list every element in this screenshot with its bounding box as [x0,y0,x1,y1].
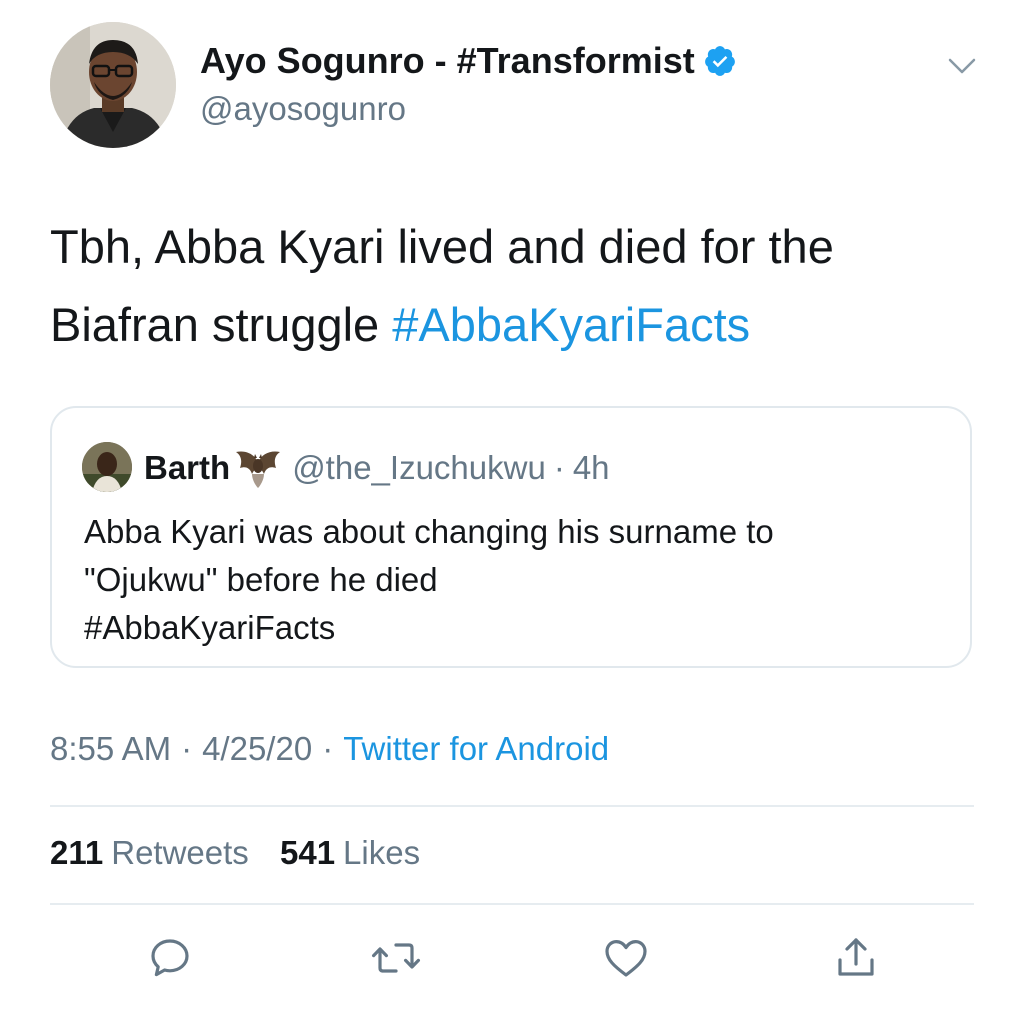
retweet-icon [370,934,422,982]
reply-button[interactable] [140,932,200,984]
tweet-time[interactable]: 8:55 AM [50,730,171,767]
meta-separator: · [322,730,334,767]
verified-badge-icon [703,44,737,78]
retweets-count: 211 [50,834,104,871]
quoted-tweet-card[interactable]: Barth @the_Izuchukwu · 4h Abba Kyari was… [50,406,972,668]
quoted-separator: · [553,449,565,486]
like-icon [601,934,651,982]
likes-count: 541 [279,834,336,871]
quoted-text-line1: Abba Kyari was about changing his surnam… [84,513,774,550]
share-icon [832,934,880,982]
retweet-button[interactable] [366,932,426,984]
reply-icon [146,934,194,982]
tweet-text: Tbh, Abba Kyari lived and died for the B… [50,208,980,364]
likes-stat[interactable]: 541 Likes [280,834,420,871]
divider [50,805,974,807]
share-button[interactable] [826,932,886,984]
likes-label: Likes [343,834,421,871]
quoted-tweet-header: Barth @the_Izuchukwu · 4h [144,446,610,490]
quoted-author-handle: @the_Izuchukwu [292,449,546,486]
bat-emoji-icon [234,446,282,490]
quoted-text-line2: "Ojukwu" before he died [84,561,438,598]
quoted-author-avatar [82,442,132,492]
quoted-text-line3: #AbbaKyariFacts [84,609,336,646]
author-avatar[interactable] [50,22,176,148]
retweets-label: Retweets [111,834,249,871]
author-name-text[interactable]: Ayo Sogunro - #Transformist [200,40,695,82]
quoted-tweet-text: Abba Kyari was about changing his surnam… [84,508,944,652]
author-handle[interactable]: @ayosogunro [200,90,406,128]
quoted-author-name: Barth [144,449,231,486]
tweet-hashtag-link[interactable]: #AbbaKyariFacts [392,298,750,351]
like-button[interactable] [596,932,656,984]
tweet-stats: 211 Retweets 541 Likes [50,834,420,872]
quoted-tweet-time: 4h [572,449,610,486]
tweet-detail: Ayo Sogunro - #Transformist @ayosogunro … [0,0,1024,1009]
tweet-timestamp-line: 8:55 AM · 4/25/20 · Twitter for Android [50,730,609,768]
chevron-down-icon[interactable] [944,50,980,80]
retweets-stat[interactable]: 211 Retweets [50,834,249,871]
meta-separator: · [181,730,193,767]
tweet-date[interactable]: 4/25/20 [202,730,312,767]
divider [50,903,974,905]
author-display-name[interactable]: Ayo Sogunro - #Transformist [200,40,737,82]
tweet-source-link[interactable]: Twitter for Android [343,730,609,767]
